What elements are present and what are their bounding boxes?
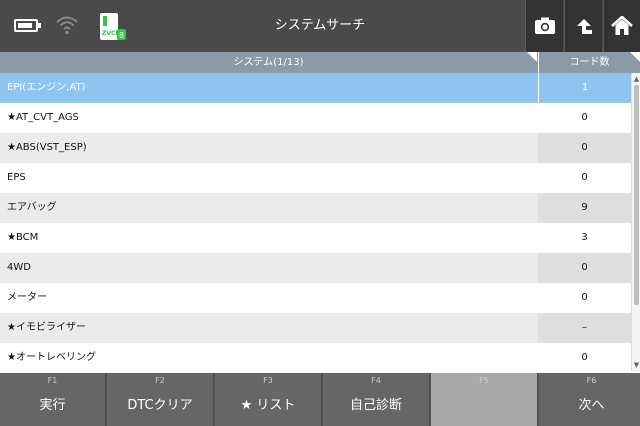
vci-label: ZVCI	[102, 30, 118, 37]
function-key-label	[431, 386, 537, 426]
table-row[interactable]: メーター 0	[0, 283, 631, 313]
code-count: 0	[538, 163, 631, 193]
table-row[interactable]: エアバッグ 9	[0, 193, 631, 223]
top-bar: ZVCI 8 システムサーチ	[0, 0, 640, 52]
camera-icon	[534, 17, 555, 34]
table-row[interactable]: EPS 0	[0, 163, 631, 193]
code-count: 0	[538, 133, 631, 163]
function-key-number: F3	[263, 376, 273, 385]
function-key-label: 次へ	[578, 398, 605, 413]
system-name: ★AT_CVT_AGS	[7, 112, 79, 123]
system-name: EPI(エンジン,AT)	[7, 82, 86, 93]
function-key-f5: F5	[431, 373, 538, 426]
function-key-f1[interactable]: F1 実行	[0, 373, 106, 426]
table-row[interactable]: ★オートレベリング 0	[0, 343, 631, 371]
home-icon	[611, 16, 633, 35]
vci-device-icon: ZVCI 8	[100, 13, 126, 40]
code-count: 9	[538, 193, 631, 223]
column-header-system[interactable]: システム(1/13)	[0, 52, 537, 73]
system-name: メーター	[7, 292, 47, 303]
function-key-label: DTCクリア	[127, 398, 193, 413]
function-key-number: F1	[47, 376, 58, 385]
upload-button[interactable]	[564, 0, 602, 52]
upload-icon	[576, 19, 592, 34]
system-name: ★BCM	[7, 232, 39, 243]
code-count: –	[538, 313, 631, 343]
function-key-number: F4	[371, 376, 381, 385]
system-name: エアバッグ	[7, 202, 57, 213]
table-row[interactable]: ★BCM 3	[0, 223, 631, 253]
system-name: ★オートレベリング	[7, 352, 96, 363]
page-title: システムサーチ	[274, 18, 366, 33]
scrollbar-thumb[interactable]	[634, 85, 639, 305]
code-count: 0	[538, 253, 631, 283]
code-count: 0	[538, 283, 631, 313]
code-count: 3	[538, 223, 631, 253]
code-count: 1	[538, 73, 631, 103]
battery-icon	[14, 19, 41, 32]
system-name: ★イモビライザー	[7, 322, 86, 333]
scroll-down-icon[interactable]: ▼	[633, 361, 640, 369]
function-key-f6[interactable]: F6 次へ	[539, 373, 640, 426]
function-key-number: F5	[479, 376, 489, 385]
system-name: EPS	[7, 172, 26, 183]
home-button[interactable]	[603, 0, 640, 52]
code-count: 0	[538, 103, 631, 133]
system-name: ★ABS(VST_ESP)	[7, 142, 87, 153]
sort-indicator-icon	[527, 52, 537, 62]
function-key-bar: F1 実行 F2 DTCクリア F3 ★ リスト F4 自己診断 F5 F6 次へ	[0, 373, 640, 426]
function-key-number: F6	[586, 376, 597, 385]
sort-indicator-icon	[630, 52, 640, 62]
table-row[interactable]: 4WD 0	[0, 253, 631, 283]
function-key-label: 自己診断	[349, 398, 402, 413]
scroll-up-icon[interactable]: ▲	[633, 75, 640, 83]
function-key-f2[interactable]: F2 DTCクリア	[107, 373, 214, 426]
system-list: EPI(エンジン,AT) 1 ★AT_CVT_AGS 0 ★ABS(VST_ESP) 0 E…	[0, 73, 631, 371]
function-key-label: 実行	[39, 398, 66, 413]
scrollbar[interactable]: ▲ ▼	[631, 73, 640, 371]
wifi-icon	[56, 16, 78, 35]
column-header-count[interactable]: コード数	[538, 52, 640, 73]
table-header: システム(1/13) コード数	[0, 52, 640, 73]
table-row[interactable]: EPI(エンジン,AT) 1	[0, 73, 631, 103]
function-key-f4[interactable]: F4 自己診断	[323, 373, 430, 426]
function-key-f3[interactable]: F3 ★ リスト	[215, 373, 322, 426]
system-name: 4WD	[7, 262, 31, 273]
code-count: 0	[538, 343, 631, 371]
vci-indicator: 8	[119, 31, 124, 40]
table-row[interactable]: ★ABS(VST_ESP) 0	[0, 133, 631, 163]
function-key-number: F2	[155, 376, 165, 385]
function-key-label: ★ リスト	[240, 398, 296, 413]
camera-button[interactable]	[525, 0, 563, 52]
table-row[interactable]: ★イモビライザー –	[0, 313, 631, 343]
table-row[interactable]: ★AT_CVT_AGS 0	[0, 103, 631, 133]
